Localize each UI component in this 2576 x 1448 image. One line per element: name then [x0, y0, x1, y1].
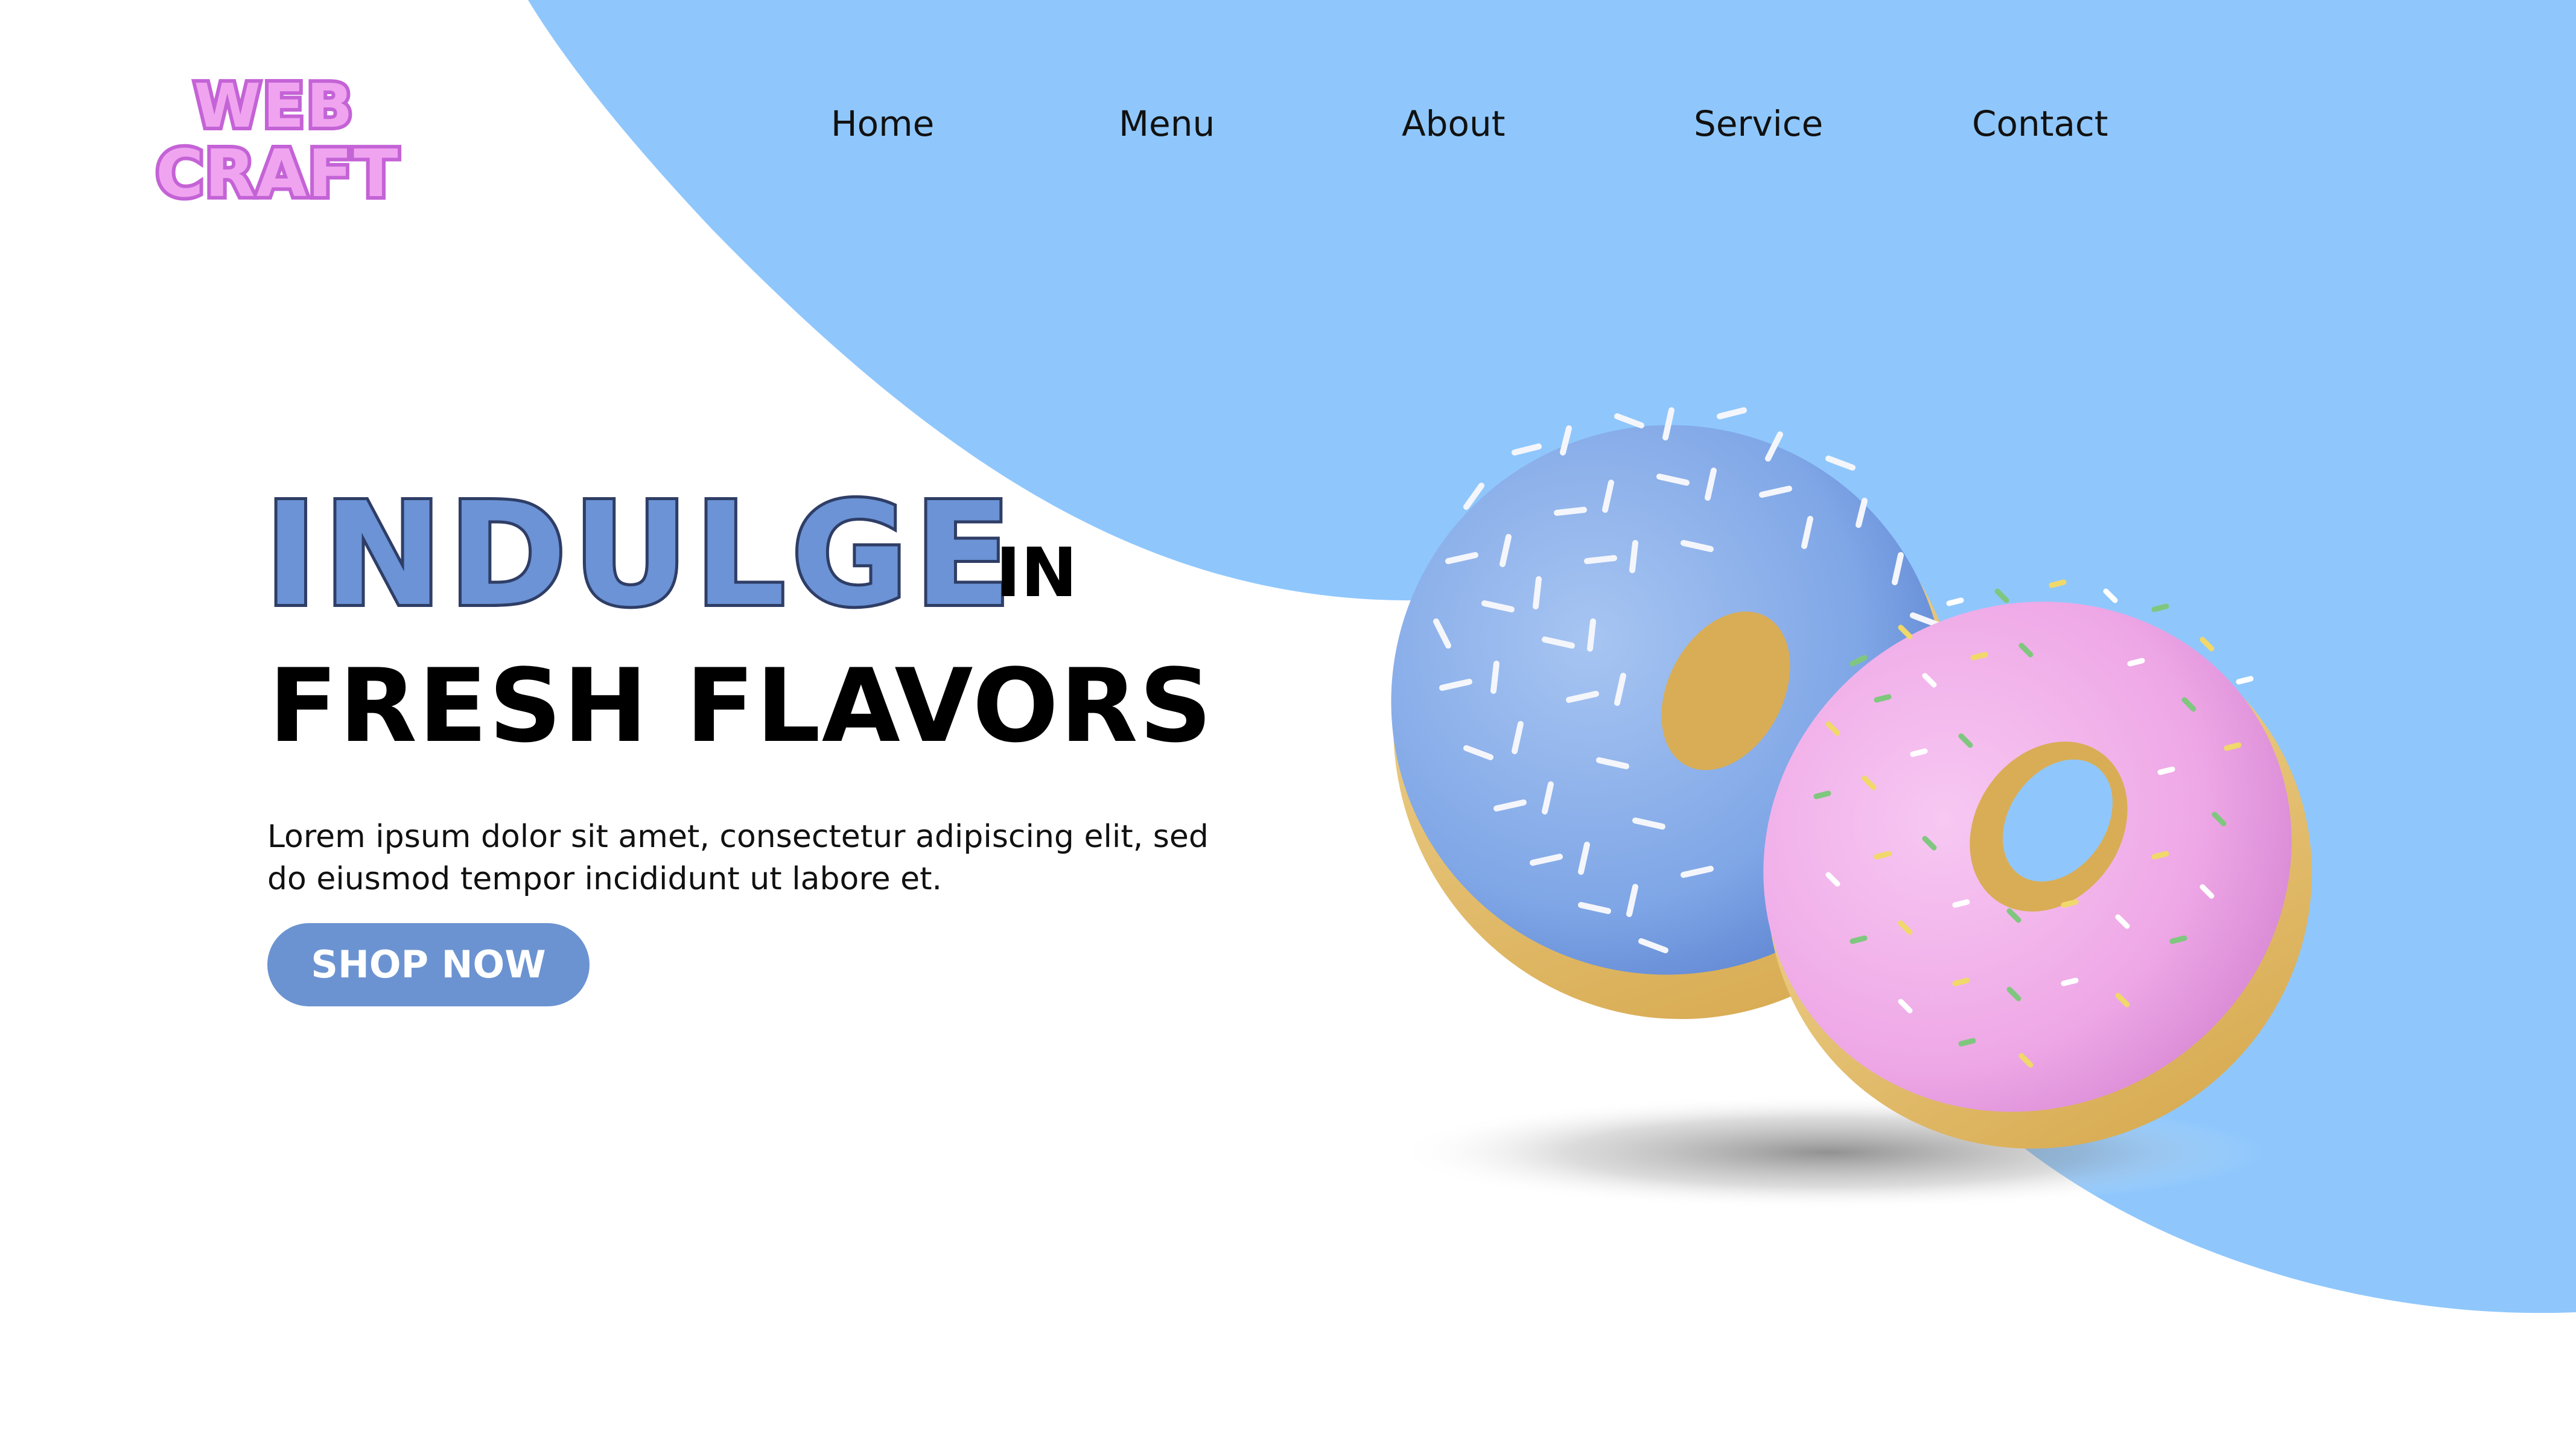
hero-body-text: Lorem ipsum dolor sit amet, consectetur … [267, 819, 1209, 897]
nav-home-link[interactable]: Home [831, 97, 934, 151]
nav-contact-link[interactable]: Contact [1972, 97, 2108, 151]
landing-page: WEB CRAFT Home Menu About Service Contac… [0, 0, 2576, 1448]
nav-menu-link[interactable]: Menu [1119, 97, 1215, 151]
hero-headline-connector: IN [996, 534, 1078, 612]
hero-headline-highlight: INDULGE [261, 472, 1018, 638]
shop-now-button[interactable]: SHOP NOW [267, 923, 590, 1006]
donut-illustration [1358, 362, 2384, 1237]
main-nav: Home Menu About Service Contact [0, 97, 2576, 151]
nav-service-link[interactable]: Service [1694, 97, 1823, 151]
hero-headline-main: FRESH FLAVORS [269, 647, 1213, 765]
nav-about-link[interactable]: About [1402, 97, 1505, 151]
